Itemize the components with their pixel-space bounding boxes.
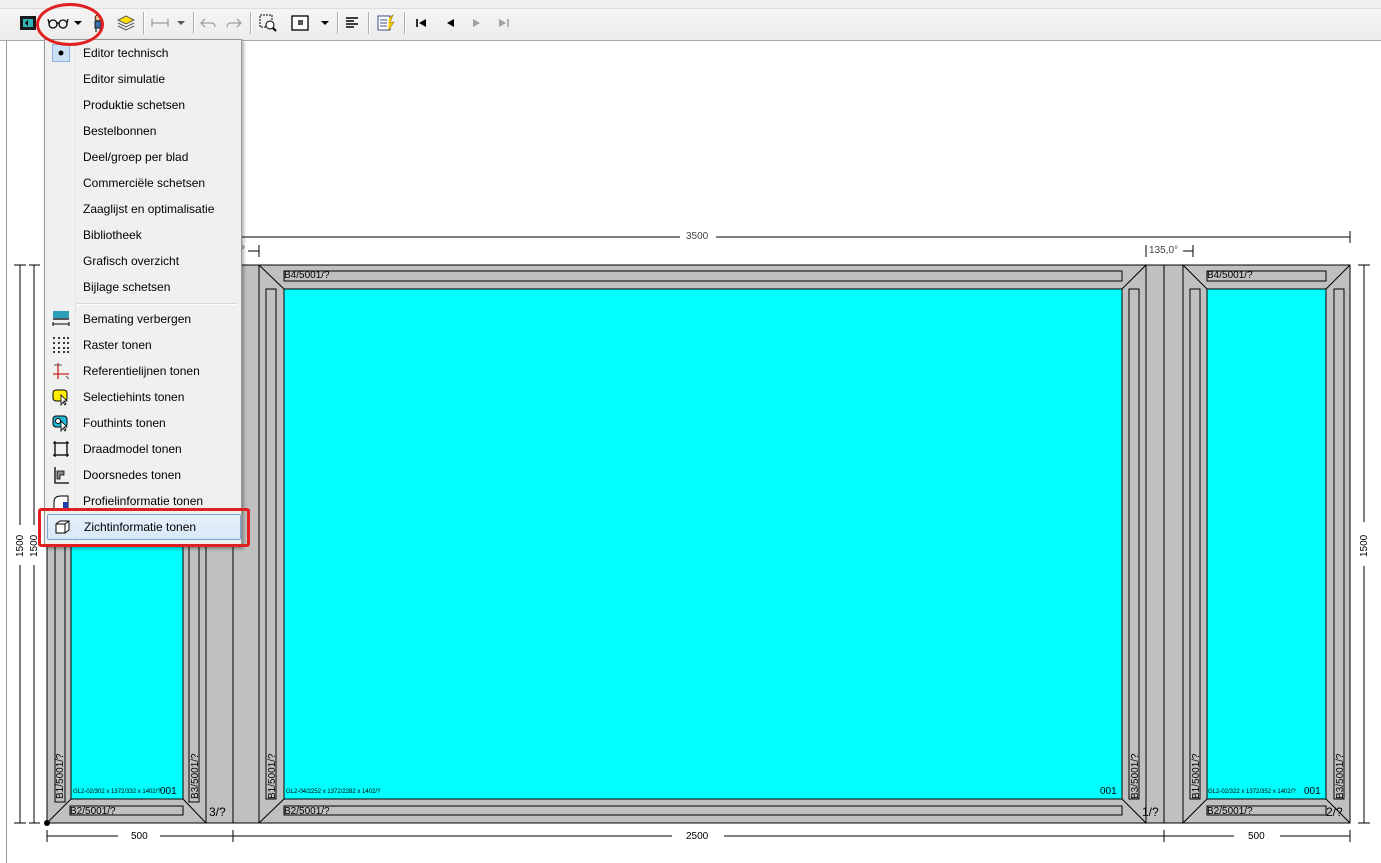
- menu-item-label: Fouthints tonen: [83, 416, 166, 430]
- center-mullion-label: 1/?: [1142, 805, 1159, 819]
- right-left-profile: B1/5001/?: [1191, 753, 1202, 799]
- center-left-profile: B1/5001/?: [267, 753, 278, 799]
- left-glass-info: GL2-02/302 x 1372/332 x 1402/?: [73, 789, 161, 795]
- menu-item-label: Bijlage schetsen: [83, 280, 171, 294]
- center-panel-number: 001: [1100, 786, 1117, 797]
- menu-item-label: Grafisch overzicht: [83, 254, 180, 268]
- menu-item-grafisch-overzicht[interactable]: Grafisch overzicht: [47, 249, 239, 273]
- center-glass-info: GL2-04/2252 x 1372/2282 x 1402/?: [286, 789, 381, 795]
- dim-right: 1500: [1359, 534, 1370, 557]
- menu-item-raster-tonen[interactable]: Raster tonen: [47, 333, 239, 357]
- right-panel-number: 001: [1304, 786, 1321, 797]
- menu-item-doorsnedes[interactable]: Doorsnedes tonen: [47, 463, 239, 487]
- right-bottom-profile: B2/5001/?: [1207, 806, 1253, 817]
- error-hint-icon: [52, 414, 70, 433]
- dimension-icon: [52, 310, 70, 328]
- menu-item-label: Draadmodel tonen: [83, 442, 182, 456]
- menu-item-produktie-schetsen[interactable]: Produktie schetsen: [47, 93, 239, 117]
- menu-item-bibliotheek[interactable]: Bibliotheek: [47, 223, 239, 247]
- center-right-profile: B3/5001/?: [1130, 753, 1141, 799]
- dim-top-right-angle: 135,0°: [1149, 245, 1179, 256]
- selection-hint-icon: [52, 388, 70, 407]
- menu-item-draadmodel[interactable]: Draadmodel tonen: [47, 437, 239, 461]
- dim-top-total: 3500: [686, 231, 709, 242]
- right-glass-info: GL2-02/322 x 1372/352 x 1402/?: [1208, 789, 1296, 795]
- menu-item-zaaglijst[interactable]: Zaaglijst en optimalisatie: [47, 197, 239, 221]
- annotation-box: [38, 508, 250, 547]
- menu-item-editor-simulatie[interactable]: Editor simulatie: [47, 67, 239, 91]
- menu-item-label: Bibliotheek: [83, 228, 142, 242]
- dim-bottom-left: 500: [131, 831, 148, 842]
- right-right-profile: B3/5001/?: [1335, 753, 1346, 799]
- radio-check-icon: [52, 44, 70, 62]
- menu-item-label: Produktie schetsen: [83, 98, 186, 112]
- menu-item-bemating-verbergen[interactable]: Bemating verbergen: [47, 307, 239, 331]
- menu-item-label: Doorsnedes tonen: [83, 468, 182, 482]
- dim-bottom-right: 500: [1248, 831, 1265, 842]
- center-bottom-profile: B2/5001/?: [284, 806, 330, 817]
- reference-lines-icon: [52, 362, 70, 380]
- menu-item-bijlage-schetsen[interactable]: Bijlage schetsen: [47, 275, 239, 299]
- grid-icon: [52, 336, 70, 354]
- menu-item-label: Zaaglijst en optimalisatie: [83, 202, 215, 216]
- menu-item-label: Commerciële schetsen: [83, 176, 206, 190]
- view-mode-menu: Editor technisch Editor simulatie Produk…: [44, 39, 242, 547]
- menu-item-label: Referentielijnen tonen: [83, 364, 200, 378]
- menu-item-commerciele-schetsen[interactable]: Commerciële schetsen: [47, 171, 239, 195]
- left-left-profile: B1/5001/?: [55, 753, 66, 799]
- menu-separator: [77, 303, 237, 305]
- menu-item-label: Editor technisch: [83, 46, 169, 60]
- right-top-profile: B4/5001/?: [1207, 270, 1253, 281]
- left-mullion-label: 3/?: [209, 805, 226, 819]
- menu-item-deel-groep[interactable]: Deel/groep per blad: [47, 145, 239, 169]
- cross-section-icon: [52, 466, 70, 484]
- menu-item-label: Deel/groep per blad: [83, 150, 189, 164]
- wireframe-icon: [52, 440, 70, 458]
- dim-left-outer: 1500: [15, 534, 26, 557]
- center-top-profile: B4/5001/?: [284, 270, 330, 281]
- left-right-profile: B3/5001/?: [190, 753, 201, 799]
- menu-item-selectiehints[interactable]: Selectiehints tonen: [47, 385, 239, 409]
- menu-item-label: Bestelbonnen: [83, 124, 157, 138]
- center-window-panel[interactable]: [232, 264, 1184, 824]
- menu-item-label: Bemating verbergen: [83, 312, 192, 326]
- left-bottom-profile: B2/5001/?: [70, 806, 116, 817]
- menu-item-label: Profielinformatie tonen: [83, 494, 204, 508]
- menu-item-label: Editor simulatie: [83, 72, 166, 86]
- menu-item-bestelbonnen[interactable]: Bestelbonnen: [47, 119, 239, 143]
- left-panel-number: 001: [160, 786, 177, 797]
- menu-item-fouthints[interactable]: Fouthints tonen: [47, 411, 239, 435]
- menu-item-label: Selectiehints tonen: [83, 390, 185, 404]
- dim-bottom-center: 2500: [686, 831, 709, 842]
- menu-item-label: Raster tonen: [83, 338, 152, 352]
- menu-item-referentielijnen[interactable]: Referentielijnen tonen: [47, 359, 239, 383]
- annotation-ellipse: [36, 3, 104, 46]
- origin-point: [44, 820, 50, 826]
- right-corner-label: 2/?: [1326, 805, 1343, 819]
- right-window-panel[interactable]: [1182, 264, 1351, 824]
